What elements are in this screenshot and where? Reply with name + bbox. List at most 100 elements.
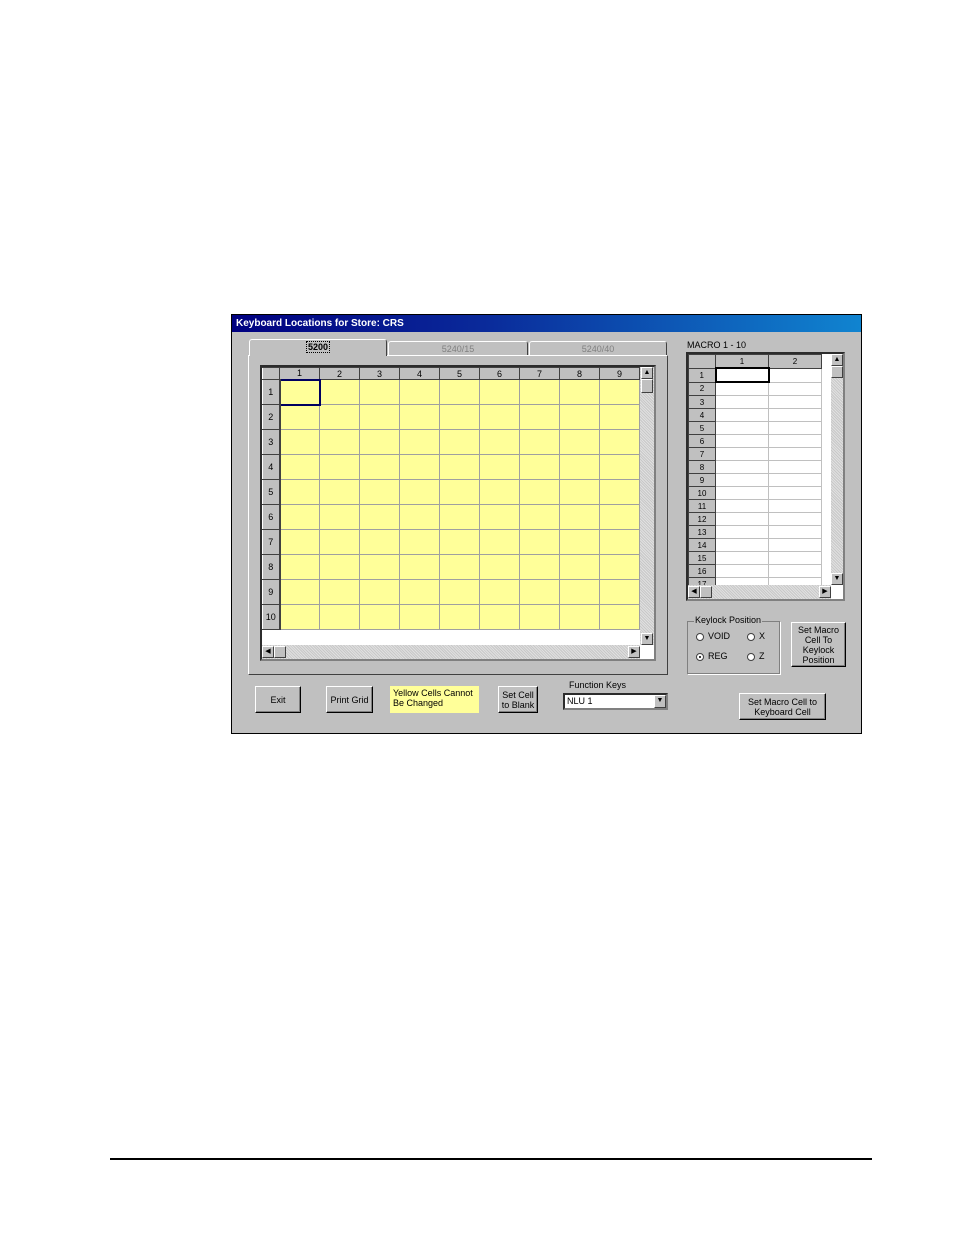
macro-cell[interactable] [715, 381, 769, 396]
grid-cell[interactable] [439, 404, 480, 430]
macro-cell[interactable] [715, 395, 769, 409]
grid-cell[interactable] [359, 404, 400, 430]
grid-cell[interactable] [479, 479, 520, 505]
grid-cell[interactable] [599, 579, 640, 605]
vertical-scroll-thumb[interactable] [831, 366, 843, 378]
grid-cell[interactable] [439, 379, 480, 405]
grid-cell[interactable] [439, 554, 480, 580]
macro-cell[interactable] [768, 551, 822, 565]
grid-cell[interactable] [519, 479, 560, 505]
macro-horizontal-scrollbar[interactable]: ◀ ▶ [688, 585, 831, 599]
grid-cell[interactable] [279, 404, 320, 430]
grid-cell[interactable] [399, 554, 440, 580]
grid-cell[interactable] [599, 429, 640, 455]
grid-cell[interactable] [559, 504, 600, 530]
grid-cell[interactable] [399, 454, 440, 480]
grid-cell[interactable] [599, 504, 640, 530]
macro-cell[interactable] [715, 434, 769, 448]
tab-5240-40[interactable]: 5240/40 [529, 341, 667, 356]
macro-cell[interactable] [768, 473, 822, 487]
macro-cell[interactable] [768, 408, 822, 422]
grid-cell[interactable] [319, 579, 360, 605]
print-grid-button[interactable]: Print Grid [326, 686, 373, 713]
macro-cell[interactable] [768, 367, 822, 383]
grid-cell[interactable] [319, 379, 360, 405]
grid-cell[interactable] [599, 529, 640, 555]
grid-cell[interactable] [519, 404, 560, 430]
keyboard-grid[interactable]: 123456789 1 2 3 4 5 6 7 8 9 10 ▲ ▼ ◀ ▶ [260, 365, 656, 661]
grid-cell[interactable] [439, 479, 480, 505]
grid-cell[interactable] [439, 429, 480, 455]
grid-cell[interactable] [479, 454, 520, 480]
grid-cell[interactable] [399, 604, 440, 630]
chevron-down-icon[interactable]: ▼ [654, 695, 666, 708]
grid-cell[interactable] [279, 604, 320, 630]
scroll-down-icon[interactable]: ▼ [641, 633, 653, 645]
scroll-down-icon[interactable]: ▼ [831, 573, 843, 585]
horizontal-scroll-thumb[interactable] [700, 586, 712, 598]
grid-cell[interactable] [479, 529, 520, 555]
grid-cell[interactable] [399, 529, 440, 555]
grid-cell[interactable] [599, 604, 640, 630]
grid-cell[interactable] [399, 504, 440, 530]
grid-cell[interactable] [559, 429, 600, 455]
grid-cell[interactable] [519, 429, 560, 455]
scroll-right-icon[interactable]: ▶ [628, 646, 640, 658]
macro-cell[interactable] [715, 408, 769, 422]
grid-cell[interactable] [319, 429, 360, 455]
macro-cell[interactable] [715, 460, 769, 474]
radio-z[interactable]: Z [747, 651, 773, 663]
macro-cell[interactable] [768, 421, 822, 435]
grid-cell[interactable] [319, 504, 360, 530]
grid-cell[interactable] [519, 554, 560, 580]
grid-cell[interactable] [319, 479, 360, 505]
macro-cell[interactable] [715, 538, 769, 552]
grid-cell[interactable] [519, 504, 560, 530]
macro-cell[interactable] [768, 564, 822, 578]
grid-cell[interactable] [359, 604, 400, 630]
grid-cell[interactable] [559, 529, 600, 555]
grid-cell[interactable] [279, 429, 320, 455]
grid-cell[interactable] [279, 579, 320, 605]
grid-cell[interactable] [278, 378, 321, 406]
grid-cell[interactable] [559, 454, 600, 480]
grid-cell[interactable] [439, 604, 480, 630]
grid-cell[interactable] [319, 529, 360, 555]
scroll-right-icon[interactable]: ▶ [819, 586, 831, 598]
grid-cell[interactable] [399, 479, 440, 505]
grid-cell[interactable] [559, 554, 600, 580]
grid-cell[interactable] [359, 429, 400, 455]
grid-cell[interactable] [399, 429, 440, 455]
grid-cell[interactable] [519, 454, 560, 480]
grid-cell[interactable] [519, 579, 560, 605]
grid-cell[interactable] [279, 479, 320, 505]
macro-cell[interactable] [715, 551, 769, 565]
macro-cell[interactable] [715, 512, 769, 526]
macro-cell[interactable] [715, 564, 769, 578]
horizontal-scroll-thumb[interactable] [274, 646, 286, 658]
grid-cell[interactable] [359, 579, 400, 605]
grid-cell[interactable] [599, 404, 640, 430]
grid-cell[interactable] [479, 579, 520, 605]
scroll-left-icon[interactable]: ◀ [262, 646, 274, 658]
grid-cell[interactable] [559, 404, 600, 430]
macro-cell[interactable] [768, 538, 822, 552]
grid-cell[interactable] [479, 379, 520, 405]
grid-cell[interactable] [399, 404, 440, 430]
tab-5240-15[interactable]: 5240/15 [388, 341, 528, 356]
grid-cell[interactable] [519, 529, 560, 555]
macro-cell[interactable] [715, 473, 769, 487]
vertical-scroll-thumb[interactable] [641, 379, 653, 393]
grid-cell[interactable] [359, 379, 400, 405]
grid-cell[interactable] [599, 379, 640, 405]
macro-cell[interactable] [768, 486, 822, 500]
macro-cell[interactable] [768, 460, 822, 474]
set-cell-to-blank-button[interactable]: Set Cell to Blank [498, 686, 538, 713]
grid-cell[interactable] [359, 554, 400, 580]
set-macro-cell-to-keylock-button[interactable]: Set Macro Cell To Keylock Position [791, 622, 846, 667]
macro-cell[interactable] [715, 421, 769, 435]
macro-cell[interactable] [768, 434, 822, 448]
grid-cell[interactable] [359, 479, 400, 505]
grid-horizontal-scrollbar[interactable]: ◀ ▶ [262, 645, 640, 659]
radio-x[interactable]: X [747, 631, 773, 643]
